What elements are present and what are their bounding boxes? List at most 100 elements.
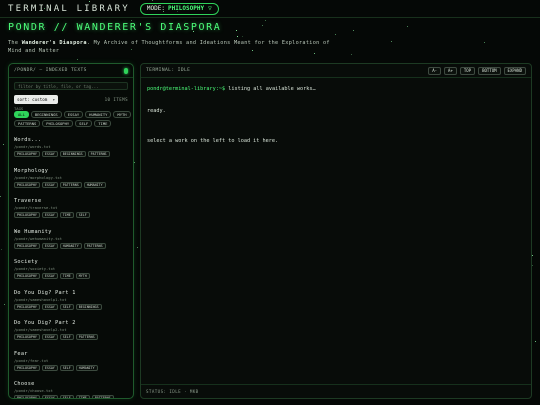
desc-bold: Wanderer's Diaspora — [21, 40, 87, 46]
work-tag: ESSAY — [41, 273, 58, 279]
work-tag: PATTERNS — [91, 395, 114, 398]
list-item[interactable]: Choose/pondr/choose.txt PHILOSOPHY ESSAY SE… — [14, 381, 132, 398]
chevron-down-icon: ▾ — [52, 97, 55, 102]
mode-label: MODE: — [146, 5, 165, 12]
work-path: /pondr/words.txt — [14, 144, 51, 149]
star — [0, 196, 1, 197]
work-title: We Humanity — [14, 228, 52, 235]
star — [391, 41, 392, 42]
work-tag: MYTH — [75, 273, 90, 279]
page-title: PONDR // WANDERER'S DIASPORA — [8, 22, 222, 33]
list-item[interactable]: Traverse/pondr/traverse.txt PHILOSOPHY ESS… — [14, 198, 132, 218]
work-tag: SELF — [59, 395, 74, 398]
work-tag: TIME — [59, 273, 74, 279]
terminal-instruction: select a work on the left to load it her… — [147, 138, 279, 144]
list-item[interactable]: We Humanity/pondr/wehumanity.txt PHILOSOP… — [14, 229, 132, 249]
work-path: /pondr/fear.txt — [14, 357, 49, 363]
work-title: Do You Dig? Part 2 — [14, 320, 76, 326]
work-tag: ESSAY — [41, 334, 58, 340]
work-tag: HUMANITY — [59, 242, 82, 249]
work-tag: HUMANITY — [75, 364, 98, 371]
work-tag: PHILOSOPHY — [14, 303, 40, 310]
terminal-header: TERMINAL: IDLE A- A+ TOP BOTTOM EXPAND — [141, 64, 531, 78]
star — [137, 247, 138, 248]
top-bar: TERMINAL LIBRARY MODE: PHILOSOPHY ▽ — [0, 0, 540, 18]
work-tag: PHILOSOPHY — [14, 181, 40, 188]
work-title: Fear — [14, 350, 28, 357]
tag-chip-patterns[interactable]: PATTERNS — [14, 120, 41, 127]
site-description: The Wanderer's Diaspora. My Archive of T… — [8, 39, 338, 55]
list-item[interactable]: Society/pondr/society.txt PHILOSOPHY ESSAY… — [14, 259, 132, 279]
star — [3, 144, 4, 145]
index-path: /PONDR/ — INDEXED TEXTS — [14, 68, 87, 73]
tag-chip-myth[interactable]: MYTH — [113, 111, 131, 118]
work-tag: ESSAY — [41, 303, 58, 310]
work-tag: ESSAY — [41, 181, 58, 188]
star — [4, 304, 5, 305]
work-tag: PATTERNS — [83, 242, 106, 249]
scroll-bottom-button[interactable]: BOTTOM — [478, 66, 501, 75]
tag-chip-philosophy[interactable]: PHILOSOPHY — [42, 120, 74, 127]
list-item[interactable]: Morphology/pondr/morphology.txt PHILOSOPH… — [14, 168, 132, 188]
work-tag: PHILOSOPHY — [14, 151, 40, 157]
terminal-panel: TERMINAL: IDLE A- A+ TOP BOTTOM EXPAND p… — [140, 63, 532, 399]
terminal-ready: ready. — [147, 108, 166, 114]
work-tag: BEGINNINGS — [75, 303, 102, 310]
terminal-footer: STATUS: IDLE · MKB — [141, 384, 531, 398]
list-item[interactable]: Do You Dig? Part 1/pondr/sameshovelp1.tx… — [14, 290, 132, 310]
sort-select[interactable]: sort: custom ▾ — [14, 95, 58, 104]
terminal-command: listing all available works… — [228, 86, 316, 92]
list-item[interactable]: Words.../pondr/words.txt PHILOSOPHY ESSAY B… — [14, 137, 132, 157]
star — [532, 265, 533, 266]
tag-chip-self[interactable]: SELF — [75, 120, 93, 127]
star — [535, 341, 536, 342]
star — [131, 20, 132, 21]
star — [77, 59, 78, 60]
desc-lead: The — [8, 40, 19, 46]
tag-chip-time[interactable]: TIME — [94, 120, 112, 127]
filter-input[interactable] — [14, 82, 128, 90]
index-panel: /PONDR/ — INDEXED TEXTS sort: custom ▾ 1… — [8, 63, 134, 399]
star — [237, 36, 238, 37]
mode-value: PHILOSOPHY — [167, 5, 205, 12]
tag-chip-beginnings[interactable]: BEGINNINGS — [30, 111, 62, 118]
chevron-down-icon: ▽ — [208, 5, 212, 12]
work-tag: SELF — [59, 334, 74, 340]
work-title: Choose — [14, 381, 35, 387]
work-tag: TIME — [59, 212, 74, 218]
work-tag: ESSAY — [41, 364, 58, 371]
font-increase-button[interactable]: A+ — [444, 66, 457, 75]
list-item[interactable]: Do You Dig? Part 2/pondr/sameshovelp2.tx… — [14, 320, 132, 340]
terminal-prompt: pondr@terminal-library:~$ — [147, 86, 226, 92]
work-path: /pondr/wehumanity.txt — [14, 235, 63, 241]
work-tag: SELF — [75, 212, 90, 218]
list-item[interactable]: Fear/pondr/fear.txt PHILOSOPHY ESSAY SELF HU… — [14, 351, 132, 371]
work-tag: PHILOSOPHY — [14, 273, 40, 279]
work-path: /pondr/society.txt — [14, 266, 56, 271]
work-tag: SELF — [59, 364, 74, 371]
work-tag: PATTERNS — [59, 181, 82, 188]
star — [335, 34, 336, 35]
work-path: /pondr/sameshovelp1.txt — [14, 296, 67, 302]
star — [484, 42, 485, 43]
index-panel-header: /PONDR/ — INDEXED TEXTS — [9, 64, 133, 78]
expand-button[interactable]: EXPAND — [503, 66, 526, 75]
star — [532, 255, 533, 256]
tag-filter-list: ALL BEGINNINGS ESSAY HUMANITY MYTH PATTERNS PH… — [14, 111, 132, 127]
work-tag: PHILOSOPHY — [14, 364, 40, 371]
work-tag: PHILOSOPHY — [14, 242, 40, 249]
star — [265, 20, 266, 21]
work-title: Morphology — [14, 167, 49, 174]
work-path: /pondr/sameshovelp2.txt — [14, 327, 67, 332]
tag-chip-humanity[interactable]: HUMANITY — [85, 111, 112, 118]
scroll-top-button[interactable]: TOP — [459, 66, 476, 75]
tag-chip-essay[interactable]: ESSAY — [63, 111, 84, 118]
work-tag: HUMANITY — [83, 181, 106, 188]
work-tag: ESSAY — [41, 151, 58, 157]
star — [407, 26, 408, 27]
status-indicator-icon — [124, 67, 128, 74]
tag-chip-all[interactable]: ALL — [14, 111, 29, 118]
work-path: /pondr/choose.txt — [14, 388, 53, 393]
mode-selector[interactable]: MODE: PHILOSOPHY ▽ — [139, 2, 219, 15]
font-decrease-button[interactable]: A- — [428, 66, 442, 75]
